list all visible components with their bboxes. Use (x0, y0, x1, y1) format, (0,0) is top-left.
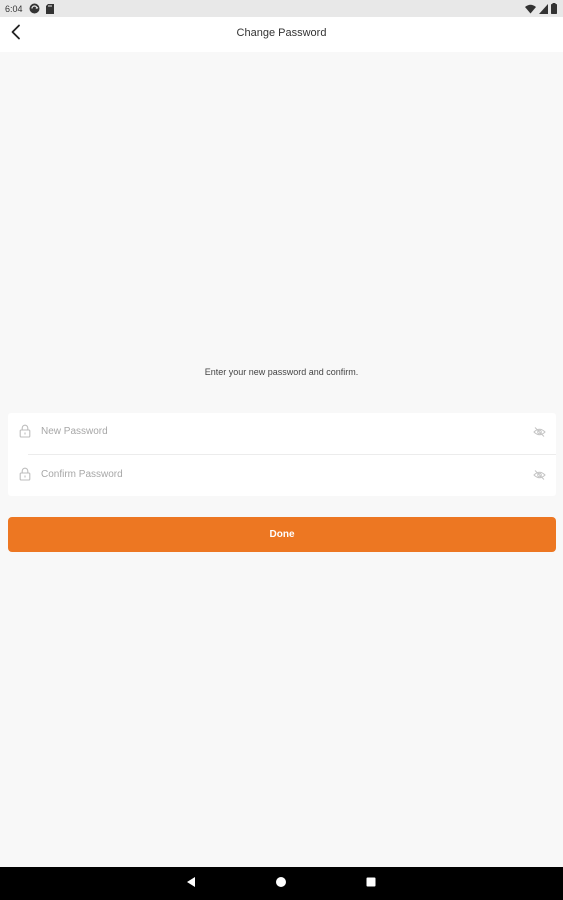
nav-back-button[interactable] (182, 875, 200, 893)
wifi-icon (525, 4, 536, 16)
instruction-text: Enter your new password and confirm. (204, 367, 359, 377)
new-password-input[interactable] (41, 422, 511, 440)
nav-recents-button[interactable] (362, 875, 380, 893)
status-left: 6:04 (5, 3, 54, 16)
confirm-password-row (8, 456, 556, 496)
battery-icon (551, 3, 557, 16)
password-form (8, 413, 556, 496)
status-time: 6:04 (5, 4, 23, 14)
new-password-row (8, 413, 556, 453)
signal-icon (539, 3, 548, 16)
nav-recents-icon (365, 875, 377, 893)
done-button[interactable]: Done (8, 517, 556, 552)
eye-hidden-icon[interactable] (533, 425, 546, 437)
nav-back-icon (185, 875, 197, 893)
nav-home-button[interactable] (272, 875, 290, 893)
system-nav-bar (0, 867, 563, 900)
status-bar: 6:04 (0, 0, 563, 17)
lock-icon (19, 467, 31, 481)
sd-card-icon (45, 3, 54, 16)
sync-icon (29, 3, 40, 16)
nav-home-icon (275, 875, 287, 893)
row-divider (28, 454, 556, 455)
eye-hidden-icon[interactable] (533, 468, 546, 480)
page-title: Change Password (236, 27, 327, 39)
confirm-password-input[interactable] (41, 465, 511, 483)
status-right (525, 3, 557, 16)
app-header: Change Password (0, 17, 563, 52)
lock-icon (19, 424, 31, 438)
